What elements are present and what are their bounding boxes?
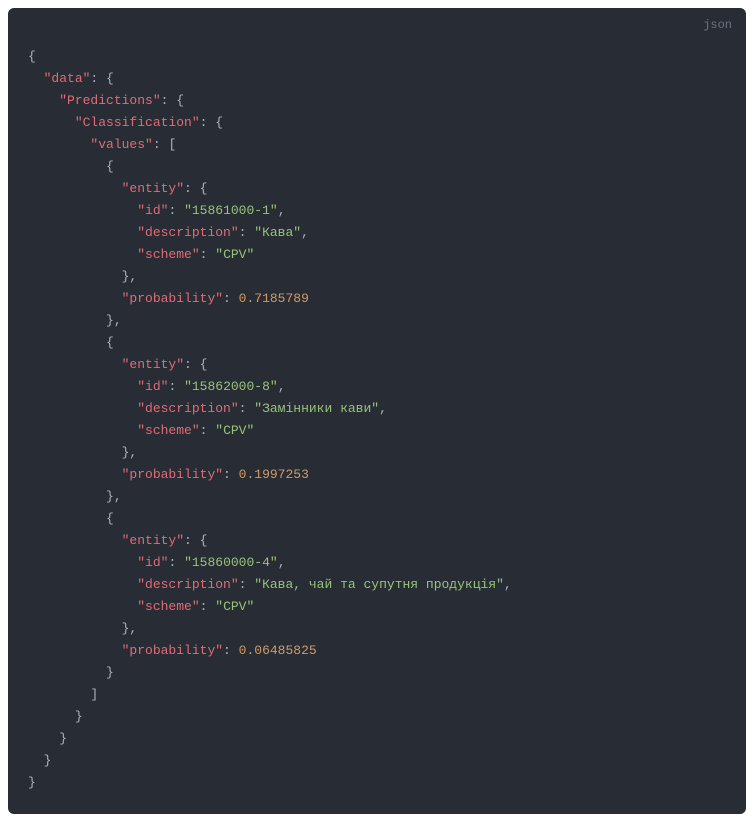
val-prob-1: 0.1997253 [239, 467, 309, 482]
key-data: "data" [44, 71, 91, 86]
key-entity: "entity" [122, 357, 184, 372]
json-code-block: json{ "data": { "Predictions": { "Classi… [8, 8, 746, 814]
val-prob-0: 0.7185789 [239, 291, 309, 306]
val-id-2: "15860000-4" [184, 555, 278, 570]
key-description: "description" [137, 225, 238, 240]
val-scheme-0: "CPV" [215, 247, 254, 262]
val-prob-2: 0.06485825 [239, 643, 317, 658]
key-probability: "probability" [122, 467, 223, 482]
key-probability: "probability" [122, 291, 223, 306]
key-id: "id" [137, 203, 168, 218]
key-classification: "Classification" [75, 115, 200, 130]
key-predictions: "Predictions" [59, 93, 160, 108]
key-description: "description" [137, 401, 238, 416]
val-description-0: "Кава" [254, 225, 301, 240]
key-entity: "entity" [122, 181, 184, 196]
val-description-1: "Замінники кави" [254, 401, 379, 416]
val-description-2: "Кава, чай та супутня продукція" [254, 577, 504, 592]
val-scheme-2: "CPV" [215, 599, 254, 614]
key-entity: "entity" [122, 533, 184, 548]
val-id-1: "15862000-8" [184, 379, 278, 394]
val-id-0: "15861000-1" [184, 203, 278, 218]
key-values: "values" [90, 137, 152, 152]
key-description: "description" [137, 577, 238, 592]
val-scheme-1: "CPV" [215, 423, 254, 438]
key-id: "id" [137, 555, 168, 570]
key-scheme: "scheme" [137, 599, 199, 614]
key-scheme: "scheme" [137, 247, 199, 262]
language-label: json [703, 14, 732, 36]
key-scheme: "scheme" [137, 423, 199, 438]
key-probability: "probability" [122, 643, 223, 658]
key-id: "id" [137, 379, 168, 394]
